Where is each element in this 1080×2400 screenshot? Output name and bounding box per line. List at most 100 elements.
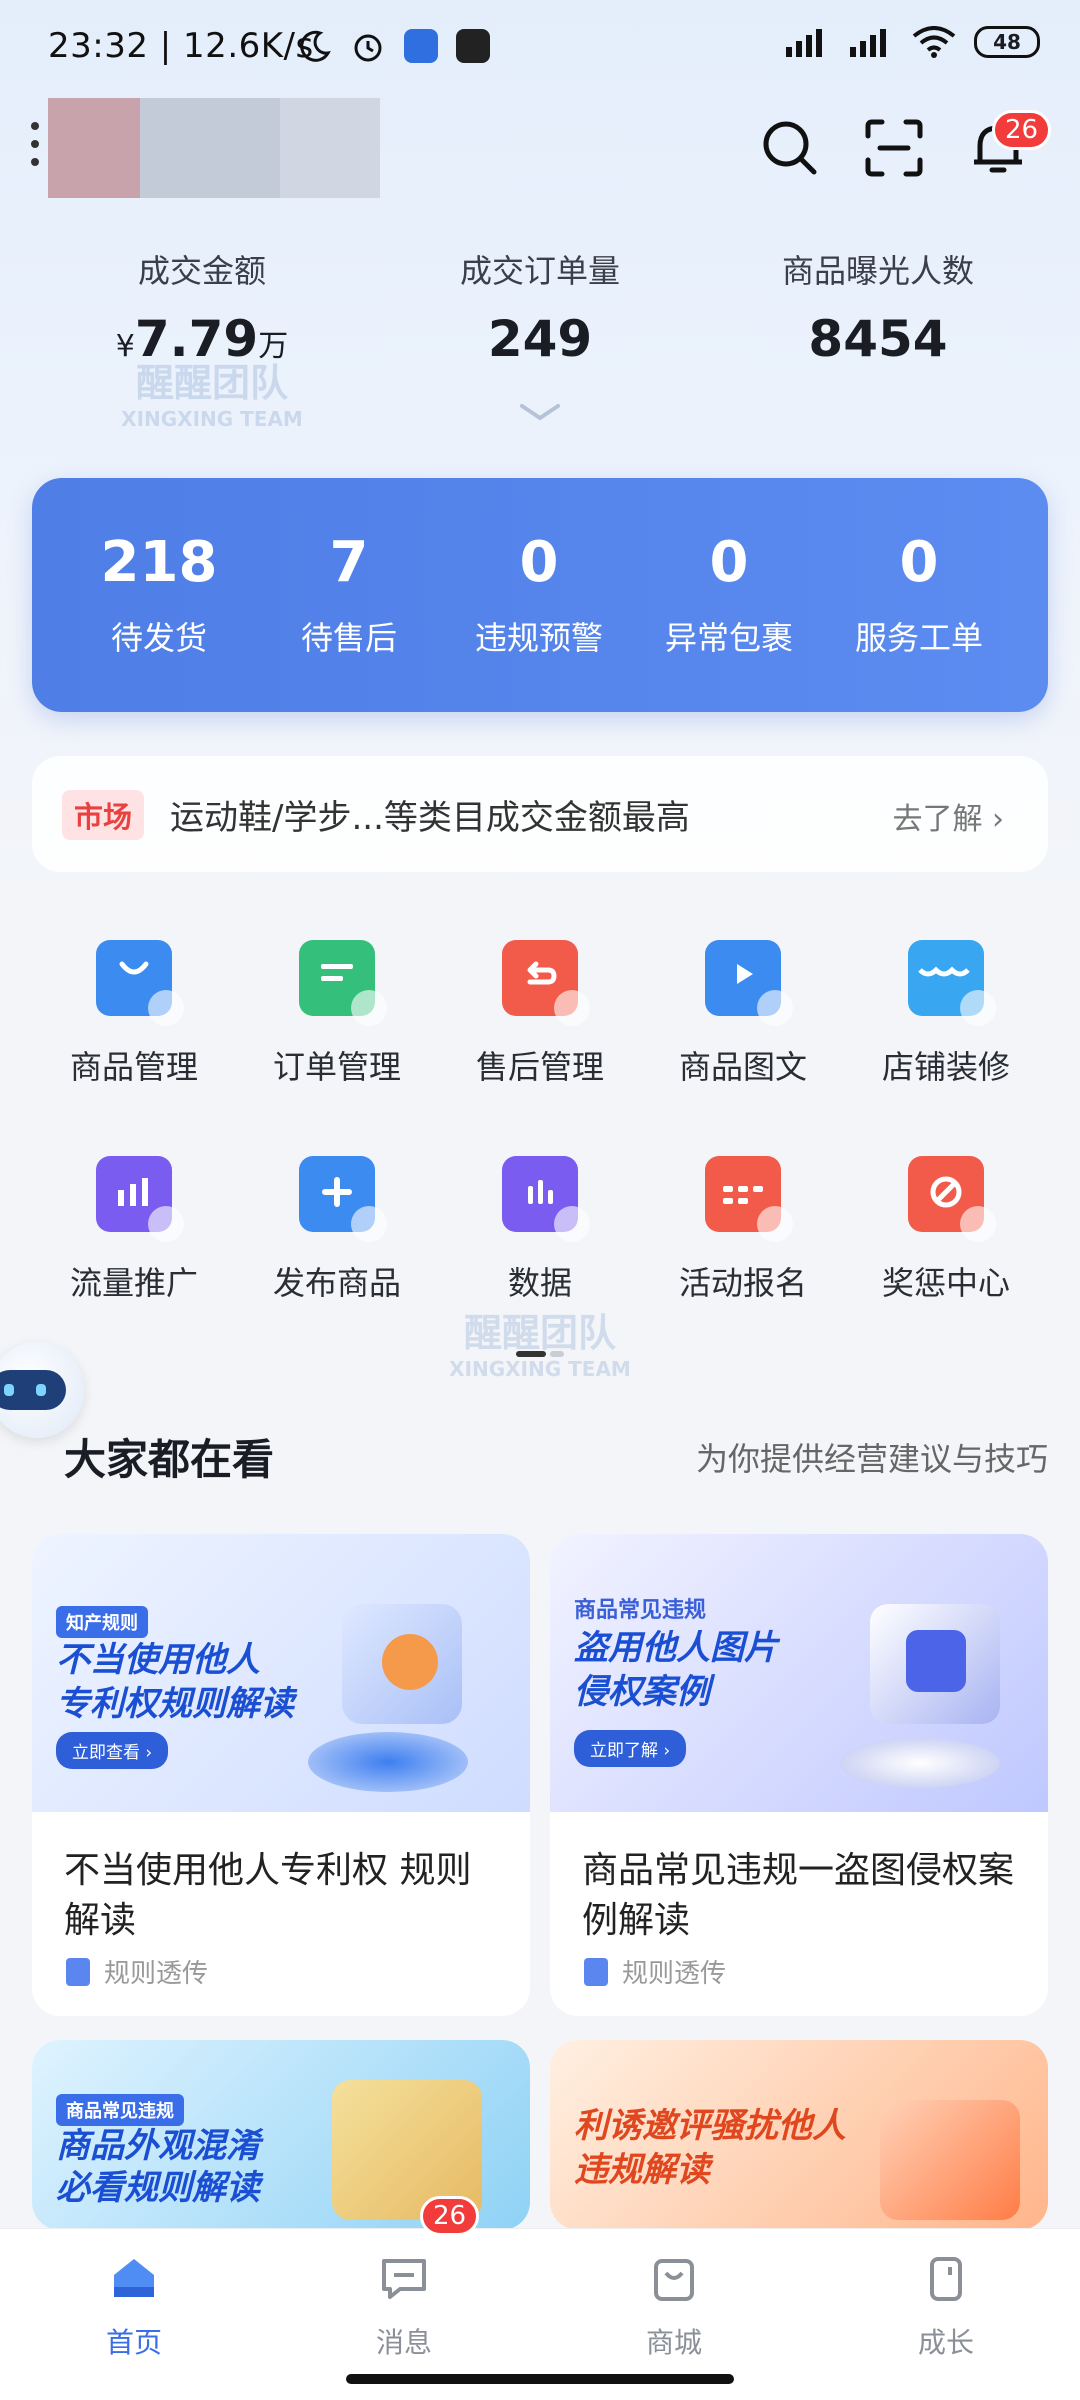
banner-tag: 商品常见违规 [56,2094,184,2126]
learn-more-link[interactable]: 去了解 › [892,794,1004,838]
article-card-image-theft[interactable]: 商品常见违规 盗用他人图片 侵权案例 立即了解 › 商品常见违规一盗图侵权案例解… [550,1534,1048,2016]
banner-title-1: 利诱邀评骚扰他人 [574,2106,846,2146]
tool-label: 商品图文 [678,1048,807,1086]
home-indicator[interactable] [346,2374,734,2384]
messages-badge: 26 [420,2196,480,2236]
document-icon [584,1957,608,1986]
stat-value: 249 [487,310,593,368]
return-icon [502,940,590,1026]
bar-chart-icon [502,1156,590,1242]
tool-event-registration[interactable]: 活动报名 [643,1156,843,1304]
banner-title-2: 违规解读 [574,2150,710,2190]
notification-badge: 26 [992,110,1052,150]
order-violation-warning[interactable]: 0 违规预警 [444,530,634,659]
nav-messages[interactable]: 消息 [304,2253,504,2361]
market-text: 运动鞋/学步...等类目成交金额最高 [170,798,690,838]
moon-icon [300,30,331,62]
tool-publish-product[interactable]: 发布商品 [237,1156,437,1304]
nav-home[interactable]: 首页 [34,2253,234,2361]
order-abnormal-package[interactable]: 0 异常包裹 [634,530,824,659]
status-right: 48 [784,26,1040,58]
home-icon [114,2259,154,2297]
watermark: 醒醒团队 XINGXING TEAM [121,361,303,431]
banner-title-2: 专利权规则解读 [56,1684,294,1724]
banner-title-1: 盗用他人图片 [574,1628,778,1668]
banner-title-1: 不当使用他人 [56,1640,260,1680]
article-banner-image: 知产规则 不当使用他人 专利权规则解读 立即查看 › [32,1534,530,1812]
article-banner-image: 商品常见违规 盗用他人图片 侵权案例 立即了解 › [550,1534,1048,1812]
scan-icon[interactable] [862,116,926,180]
message-icon [382,2259,426,2299]
traffic-icon [96,1156,184,1242]
stat-label: 成交金额 [137,252,266,290]
stat-orders[interactable]: 成交订单量 249 [370,246,710,368]
banner-title-2: 侵权案例 [574,1672,710,1712]
tool-label: 流量推广 [69,1264,198,1302]
tool-traffic-promotion[interactable]: 流量推广 [34,1156,234,1304]
search-icon[interactable] [758,116,822,180]
tool-label: 活动报名 [678,1264,807,1302]
banner-title-1: 商品外观混淆 [56,2126,260,2166]
market-insight-banner[interactable]: 市场 运动鞋/学步...等类目成交金额最高 去了解 › [32,756,1048,872]
stat-gmv[interactable]: 成交金额 ¥7.79万 [32,246,372,368]
tool-label: 数据 [507,1264,572,1302]
tool-data[interactable]: 数据 [440,1156,640,1304]
drawer-menu-button[interactable] [28,122,42,172]
article-banner-image: 利诱邀评骚扰他人 违规解读 [550,2040,1048,2230]
section-subtitle: 为你提供经营建议与技巧 [695,1440,1048,1478]
order-pending-aftersale[interactable]: 7 待售后 [254,530,444,659]
storefront-icon [908,940,996,1026]
banner-button: 立即查看 › [56,1732,169,1769]
article-title: 商品常见违规一盗图侵权案例解读 [582,1850,1015,1941]
market-tag: 市场 [62,790,145,840]
nav-mall[interactable]: 商城 [574,2253,774,2361]
banner-button: 立即了解 › [574,1730,687,1767]
tool-label: 商品管理 [69,1048,198,1086]
status-app-icons [298,28,490,64]
order-status-card: 218 待发货 7 待售后 0 违规预警 0 异常包裹 0 服务工单 [32,478,1048,712]
order-service-ticket[interactable]: 0 服务工单 [824,530,1014,659]
mall-icon [654,2259,694,2301]
tool-label: 发布商品 [272,1264,401,1302]
article-title: 不当使用他人专利权 规则解读 [64,1850,472,1941]
growth-icon [930,2257,962,2301]
prohibit-icon [908,1156,996,1242]
signal-icon [786,29,822,57]
article-meta: 规则透传 [66,1953,208,1990]
nav-label: 首页 [105,2326,162,2359]
tool-reward-penalty-center[interactable]: 奖惩中心 [846,1156,1046,1304]
tool-aftersale-management[interactable]: 售后管理 [440,940,640,1088]
grid-page-indicator [516,1342,564,1357]
nav-label: 商城 [645,2326,702,2359]
order-doc-icon [299,940,387,1026]
store-avatar-name-blurred[interactable] [48,98,380,198]
tool-label: 售后管理 [475,1048,604,1086]
banner-tag: 知产规则 [56,1606,148,1638]
tool-store-decoration[interactable]: 店铺装修 [846,940,1046,1088]
tool-label: 订单管理 [272,1048,401,1086]
nav-label: 成长 [917,2326,974,2359]
status-bar: 23:32 | 12.6K/s 48 [0,0,1080,100]
tool-product-management[interactable]: 商品管理 [34,940,234,1088]
assistant-robot-icon[interactable] [0,1342,84,1438]
media-icon [705,940,793,1026]
signal-icon-2 [850,29,886,57]
document-icon [66,1957,90,1986]
calendar-icon [705,1156,793,1242]
article-card-review-harassment[interactable]: 利诱邀评骚扰他人 违规解读 [550,2040,1048,2230]
nav-growth[interactable]: 成长 [846,2253,1046,2361]
article-card-patent[interactable]: 知产规则 不当使用他人 专利权规则解读 立即查看 › 不当使用他人专利权 规则解… [32,1534,530,2016]
banner-title-2: 必看规则解读 [56,2168,260,2208]
order-pending-shipment[interactable]: 218 待发货 [64,530,254,659]
banner-tag: 商品常见违规 [574,1598,707,1623]
wifi-icon [912,26,956,58]
tool-order-management[interactable]: 订单管理 [237,940,437,1088]
nav-label: 消息 [375,2326,432,2359]
status-time: 23:32 | 12.6K/s [48,26,314,66]
app-notification-icon [404,29,438,63]
stat-exposure[interactable]: 商品曝光人数 8454 [708,246,1048,368]
article-meta: 规则透传 [584,1953,726,1990]
chevron-down-icon[interactable] [518,402,562,422]
tool-product-media[interactable]: 商品图文 [643,940,843,1088]
tool-label: 奖惩中心 [881,1264,1010,1302]
